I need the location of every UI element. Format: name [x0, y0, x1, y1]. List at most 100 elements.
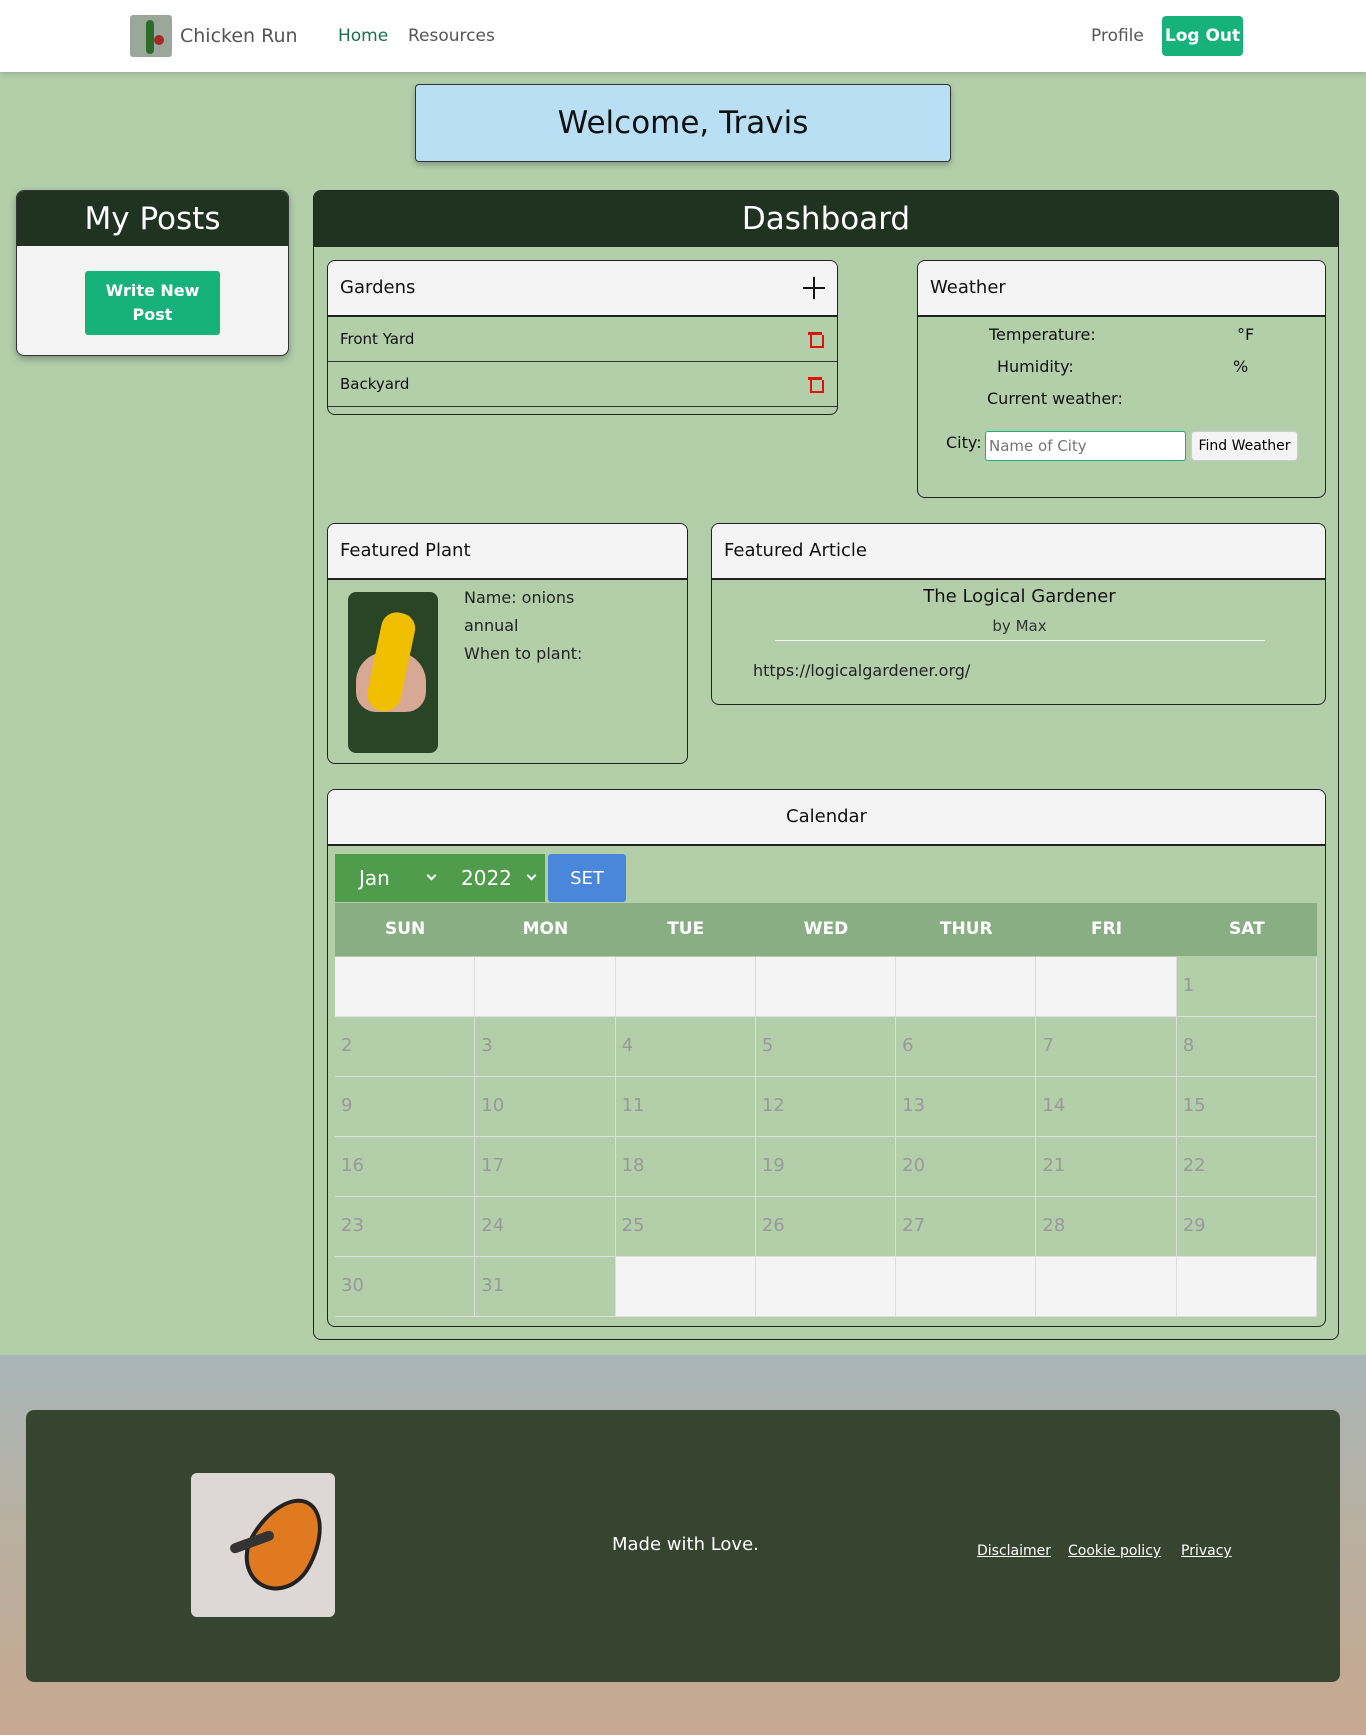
- weather-card: Weather Temperature: °F Humidity: % Curr…: [917, 260, 1326, 498]
- temperature-unit: °F: [1237, 325, 1255, 344]
- article-divider: [775, 640, 1265, 641]
- calendar-day-cell[interactable]: 6: [896, 1017, 1037, 1077]
- calendar-day-cell[interactable]: 1: [1176, 957, 1317, 1017]
- article-title: The Logical Gardener: [923, 586, 1116, 607]
- weekday-label: MON: [522, 919, 569, 939]
- logout-button[interactable]: Log Out: [1162, 16, 1243, 56]
- welcome-banner: Welcome, Travis: [415, 84, 951, 162]
- calendar-day-cell[interactable]: 10: [475, 1077, 616, 1137]
- plant-type: annual: [464, 616, 519, 635]
- garden-item[interactable]: Backyard: [328, 362, 837, 407]
- city-label: City:: [946, 433, 982, 452]
- calendar-day-cell: [475, 957, 616, 1017]
- calendar-day-cell: [896, 957, 1037, 1017]
- featured-article-card: Featured Article The Logical Gardener by…: [711, 523, 1326, 705]
- calendar-day-cell: [615, 1257, 756, 1317]
- chevron-down-icon: [526, 870, 537, 881]
- calendar-day-cell[interactable]: 29: [1176, 1197, 1317, 1257]
- calendar-day-cell[interactable]: 26: [755, 1197, 897, 1257]
- calendar-day-cell[interactable]: 28: [1036, 1197, 1177, 1257]
- calendar-day-cell[interactable]: 9: [335, 1077, 476, 1137]
- set-date-button[interactable]: SET: [548, 854, 626, 902]
- calendar-grid: 1 2 3 4 5 6 7 8 9 10 11 12 13 14 15 16 17 18 19 20 21 22 23 24 2…: [335, 957, 1317, 1317]
- plant-when: When to plant:: [464, 644, 583, 663]
- calendar-day-cell: [1176, 1257, 1317, 1317]
- garden-item-label: Backyard: [340, 375, 410, 393]
- calendar-day-cell[interactable]: 17: [475, 1137, 616, 1197]
- featured-article-title: Featured Article: [712, 524, 1325, 580]
- dashboard-title: Dashboard: [314, 191, 1338, 247]
- calendar-day-cell[interactable]: 3: [475, 1017, 616, 1077]
- current-weather-label: Current weather:: [987, 389, 1123, 408]
- gardens-title: Gardens: [340, 277, 416, 298]
- calendar-day-cell[interactable]: 2: [335, 1017, 476, 1077]
- calendar-day-cell[interactable]: 14: [1036, 1077, 1177, 1137]
- plant-name: Name: onions: [464, 588, 575, 607]
- weekday-label: FRI: [1091, 919, 1123, 939]
- calendar-day-cell: [615, 957, 756, 1017]
- footer-link-cookie-policy[interactable]: Cookie policy: [1068, 1543, 1161, 1559]
- calendar-day-cell[interactable]: 7: [1036, 1017, 1177, 1077]
- calendar-day-cell[interactable]: 13: [896, 1077, 1037, 1137]
- write-new-post-button[interactable]: Write New Post: [85, 271, 220, 335]
- calendar-day-cell[interactable]: 24: [475, 1197, 616, 1257]
- calendar-day-cell[interactable]: 25: [615, 1197, 756, 1257]
- butterfly-image: [191, 1473, 335, 1617]
- calendar-day-cell[interactable]: 8: [1176, 1017, 1317, 1077]
- nav-link-resources[interactable]: Resources: [408, 26, 495, 46]
- calendar-day-cell[interactable]: 22: [1176, 1137, 1317, 1197]
- calendar-day-cell[interactable]: 27: [896, 1197, 1037, 1257]
- plus-icon[interactable]: [803, 277, 825, 299]
- footer-link-disclaimer[interactable]: Disclaimer: [977, 1543, 1051, 1559]
- brand-name: Chicken Run: [180, 25, 298, 47]
- calendar-day-cell[interactable]: 11: [615, 1077, 756, 1137]
- my-posts-title: My Posts: [17, 191, 288, 249]
- trash-icon[interactable]: [808, 331, 824, 348]
- calendar-day-cell[interactable]: 16: [335, 1137, 476, 1197]
- weather-title: Weather: [918, 261, 1325, 317]
- article-author: by Max: [992, 617, 1047, 635]
- humidity-unit: %: [1233, 357, 1249, 376]
- trash-icon[interactable]: [808, 376, 824, 393]
- garden-item[interactable]: Front Yard: [328, 317, 837, 362]
- calendar-day-cell[interactable]: 21: [1036, 1137, 1177, 1197]
- footer-link-privacy[interactable]: Privacy: [1181, 1543, 1232, 1559]
- nav-link-profile[interactable]: Profile: [1091, 26, 1144, 46]
- calendar-day-cell: [755, 1257, 897, 1317]
- footer-tagline: Made with Love.: [612, 1534, 759, 1555]
- calendar-card: Calendar Jan 2022 SET SUN MON TUE WED TH…: [327, 789, 1326, 1327]
- calendar-day-cell[interactable]: 20: [896, 1137, 1037, 1197]
- gardens-header: Gardens: [328, 261, 837, 317]
- calendar-day-cell[interactable]: 4: [615, 1017, 756, 1077]
- weekday-label: SAT: [1228, 919, 1265, 939]
- weekday-label: SUN: [385, 919, 426, 939]
- month-select[interactable]: Jan: [335, 854, 445, 902]
- calendar-day-cell: [1036, 957, 1177, 1017]
- calendar-day-cell[interactable]: 15: [1176, 1077, 1317, 1137]
- calendar-day-cell[interactable]: 31: [475, 1257, 616, 1317]
- chevron-down-icon: [426, 870, 437, 881]
- nav-link-home[interactable]: Home: [338, 26, 388, 46]
- calendar-day-cell[interactable]: 12: [755, 1077, 897, 1137]
- year-select-value: 2022: [461, 866, 512, 890]
- calendar-weekday-header: SUN MON TUE WED THUR FRI SAT: [335, 903, 1317, 956]
- calendar-day-cell[interactable]: 19: [755, 1137, 897, 1197]
- article-url[interactable]: https://logicalgardener.org/: [753, 661, 970, 680]
- calendar-day-cell: [755, 957, 897, 1017]
- my-posts-panel: My Posts Write New Post: [16, 190, 289, 356]
- calendar-day-cell[interactable]: 30: [335, 1257, 476, 1317]
- brand-logo: [130, 15, 172, 57]
- weekday-label: TUE: [667, 919, 705, 939]
- calendar-day-cell[interactable]: 5: [755, 1017, 897, 1077]
- calendar-title: Calendar: [328, 790, 1325, 846]
- weekday-label: THUR: [939, 919, 993, 939]
- calendar-day-cell: [335, 957, 476, 1017]
- featured-plant-title: Featured Plant: [328, 524, 687, 580]
- calendar-day-cell[interactable]: 23: [335, 1197, 476, 1257]
- year-select[interactable]: 2022: [445, 854, 545, 902]
- brand[interactable]: Chicken Run: [130, 15, 298, 57]
- calendar-day-cell[interactable]: 18: [615, 1137, 756, 1197]
- city-input[interactable]: [985, 431, 1186, 461]
- find-weather-button[interactable]: Find Weather: [1191, 431, 1298, 461]
- footer: Made with Love. Disclaimer Cookie policy…: [26, 1410, 1340, 1682]
